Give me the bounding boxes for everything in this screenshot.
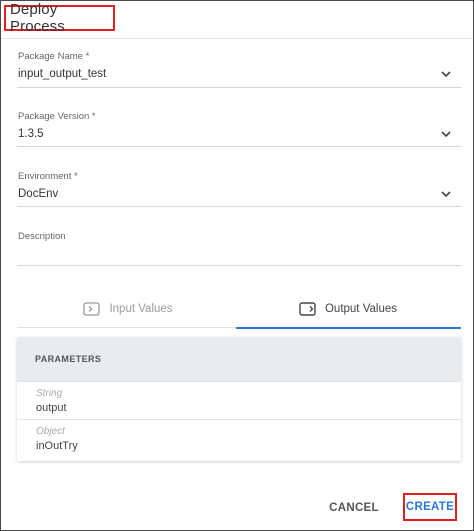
output-icon: [299, 302, 316, 316]
active-tab-indicator: [236, 327, 461, 329]
package-name-select[interactable]: Package Name * input_output_test: [17, 49, 461, 89]
environment-label: Environment *: [18, 171, 78, 182]
package-version-label: Package Version *: [18, 111, 96, 122]
description-label: Description: [18, 231, 66, 242]
parameter-type: Object: [36, 426, 65, 437]
tab-output-values[interactable]: Output Values: [237, 291, 459, 327]
chevron-down-icon[interactable]: [439, 67, 453, 81]
parameters-header: PARAMETERS: [17, 337, 461, 381]
create-button[interactable]: CREATE: [403, 493, 457, 521]
parameter-type: String: [36, 388, 63, 399]
parameter-name: inOutTry: [36, 440, 78, 452]
environment-select[interactable]: Environment * DocEnv: [17, 169, 461, 209]
table-row[interactable]: String output: [17, 381, 461, 419]
deploy-process-dialog: Deploy Process Package Name * input_outp…: [0, 0, 474, 531]
environment-value: DocEnv: [18, 188, 59, 200]
table-row[interactable]: Object inOutTry: [17, 419, 461, 457]
dialog-title: Deploy Process: [10, 1, 65, 35]
package-name-value: input_output_test: [18, 68, 107, 80]
title-divider: [1, 38, 473, 39]
package-name-label: Package Name *: [18, 51, 90, 62]
tab-input-values[interactable]: Input Values: [17, 291, 239, 327]
package-version-value: 1.3.5: [18, 128, 44, 140]
package-version-select[interactable]: Package Version * 1.3.5: [17, 109, 461, 149]
chevron-down-icon[interactable]: [439, 187, 453, 201]
environment-underline: [17, 206, 461, 207]
parameter-name: output: [36, 402, 67, 414]
parameters-table: PARAMETERS String output Object inOutTry: [17, 337, 461, 461]
tab-input-values-label: Input Values: [109, 303, 173, 315]
chevron-down-icon[interactable]: [439, 127, 453, 141]
description-underline: [17, 265, 461, 266]
input-icon: [83, 302, 101, 316]
package-name-underline: [17, 87, 461, 88]
values-tabs: Input Values Output Values: [17, 291, 461, 329]
cancel-button[interactable]: CANCEL: [323, 496, 385, 520]
description-field[interactable]: Description: [17, 229, 461, 269]
dialog-title-box: Deploy Process: [4, 1, 115, 35]
tab-output-values-label: Output Values: [324, 303, 398, 315]
package-version-underline: [17, 146, 461, 147]
